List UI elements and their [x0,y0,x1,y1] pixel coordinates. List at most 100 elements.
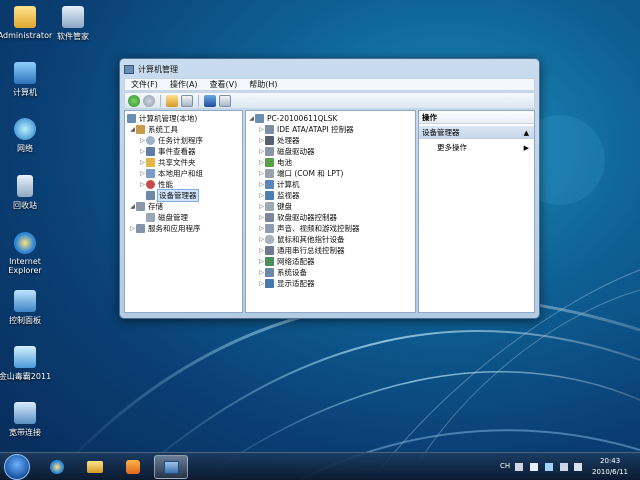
desktop-icon-broadband[interactable]: 宽带连接 [0,402,55,438]
menu-help[interactable]: 帮助(H) [243,79,283,90]
navigation-tree-pane: 计算机管理(本地) ◢ 系统工具 ▷ 任务计划程序 ▷ 事件查看器 ▷ 共享文件… [124,110,243,313]
language-indicator[interactable]: CH [500,462,510,470]
toolbar-separator [198,94,199,107]
taskbar-explorer[interactable] [78,455,112,479]
toolbar-separator [160,94,161,107]
desktop-icon-internet-explorer[interactable]: Internet Explorer [0,232,55,275]
software-manager-icon [62,6,84,28]
user-folder-icon [14,6,36,28]
device-category[interactable]: ▷ 系统设备 [258,267,307,278]
up-icon[interactable] [166,94,178,107]
floppy-controller-icon [265,213,274,222]
menu-bar: 文件(F) 操作(A) 查看(V) 帮助(H) [124,78,535,91]
clock-icon [146,136,155,145]
computer-management-window[interactable]: 计算机管理 文件(F) 操作(A) 查看(V) 帮助(H) 计算机管理(本地) … [119,58,540,319]
device-tree-pane: ◢ PC-20100611QLSK ▷ IDE ATA/ATAPI 控制器 ▷ … [245,110,416,313]
antivirus-icon [14,346,36,368]
volume-icon[interactable] [560,463,568,471]
desktop-icon-recycle-bin[interactable]: 回收站 [0,175,55,211]
tree-item-shared-folders[interactable]: ▷ 共享文件夹 [139,157,196,168]
tree-item-device-manager[interactable]: 设备管理器 [139,189,199,202]
event-viewer-icon [146,147,155,156]
network-tray-icon[interactable] [545,463,553,471]
device-category[interactable]: ▷ 磁盘驱动器 [258,146,315,157]
taskbar-computer-management[interactable] [154,455,188,479]
shared-folder-icon [146,158,155,167]
media-player-icon [126,460,140,474]
more-actions[interactable]: 更多操作 ▶ [419,141,534,154]
computer-icon [14,62,36,84]
back-icon[interactable] [128,94,140,107]
tree-item-task-scheduler[interactable]: ▷ 任务计划程序 [139,135,203,146]
properties-icon[interactable] [219,94,231,107]
network-adapter-icon [265,257,274,266]
device-category[interactable]: ▷ 通用串行总线控制器 [258,245,345,256]
control-panel-icon [14,290,36,312]
system-device-icon [265,268,274,277]
device-category[interactable]: ▷ 软盘驱动器控制器 [258,212,337,223]
desktop-icon-antivirus[interactable]: 金山毒霸2011 [0,346,55,382]
desktop-icon-software-manager[interactable]: 软件管家 [43,6,103,42]
services-icon [136,224,145,233]
disk-icon [146,213,155,222]
broadband-icon [14,402,36,424]
device-manager-icon [146,191,155,200]
tree-item-performance[interactable]: ▷ 性能 [139,179,173,190]
ide-controller-icon [265,125,274,134]
battery-icon [265,158,274,167]
clock-time[interactable]: 20:43 [600,457,620,465]
menu-view[interactable]: 查看(V) [204,79,244,90]
speaker-icon[interactable] [574,463,582,471]
display-adapter-icon [265,279,274,288]
flag-icon[interactable] [530,463,538,471]
tree-item-services-applications[interactable]: ▷ 服务和应用程序 [129,223,201,234]
device-category[interactable]: ▷ 处理器 [258,135,300,146]
tree-item-computer-management-local[interactable]: 计算机管理(本地) [127,113,197,124]
desktop-icon-control-panel[interactable]: 控制面板 [0,290,55,326]
device-category[interactable]: ▷ 计算机 [258,179,300,190]
explorer-folder-icon [87,461,103,473]
port-icon [265,169,274,178]
device-category[interactable]: ▷ 声音、视频和游戏控制器 [258,223,360,234]
window-titlebar[interactable]: 计算机管理 [124,62,535,76]
help-icon[interactable] [204,94,216,107]
taskbar-media-player[interactable] [116,455,150,479]
desktop-icon-network[interactable]: 网络 [0,118,55,154]
taskbar-internet-explorer[interactable] [40,455,74,479]
collapse-arrow-icon[interactable]: ▲ [524,129,529,137]
tree-item-local-users-groups[interactable]: ▷ 本地用户和组 [139,168,203,179]
computer-management-icon [164,461,179,474]
taskbar: CH 20:43 2010/6/11 [0,452,640,480]
tree-item-event-viewer[interactable]: ▷ 事件查看器 [139,146,196,157]
tree-item-disk-management[interactable]: 磁盘管理 [139,212,188,223]
device-category[interactable]: ▷ 鼠标和其他指针设备 [258,234,345,245]
submenu-arrow-icon: ▶ [523,143,529,152]
forward-icon[interactable] [143,94,155,107]
toolbar [124,92,535,109]
device-category[interactable]: ▷ 电池 [258,157,292,168]
desktop-icon-computer[interactable]: 计算机 [0,62,55,98]
show-tree-icon[interactable] [181,94,193,107]
tree-item-system-tools[interactable]: ◢ 系统工具 [129,124,178,135]
tree-item-storage[interactable]: ◢ 存储 [129,201,163,212]
menu-action[interactable]: 操作(A) [164,79,204,90]
device-category[interactable]: ▷ IDE ATA/ATAPI 控制器 [258,124,354,135]
window-title: 计算机管理 [138,64,178,74]
device-category[interactable]: ▷ 监视器 [258,190,300,201]
performance-icon [146,180,155,189]
device-category[interactable]: ▷ 网络适配器 [258,256,315,267]
actions-section-device-manager[interactable]: 设备管理器 ▲ [419,126,534,139]
network-icon [14,118,36,140]
clock-date[interactable]: 2010/6/11 [592,468,628,476]
device-root[interactable]: ◢ PC-20100611QLSK [248,113,337,124]
device-category[interactable]: ▷ 键盘 [258,201,292,212]
recycle-bin-icon [17,175,33,197]
start-orb-icon[interactable] [4,454,30,480]
input-method-icon[interactable] [515,463,523,471]
usb-icon [265,246,274,255]
device-category[interactable]: ▷ 显示适配器 [258,278,315,289]
sound-icon [265,224,274,233]
menu-file[interactable]: 文件(F) [125,79,164,90]
internet-explorer-icon [50,460,64,474]
device-category[interactable]: ▷ 端口 (COM 和 LPT) [258,168,343,179]
